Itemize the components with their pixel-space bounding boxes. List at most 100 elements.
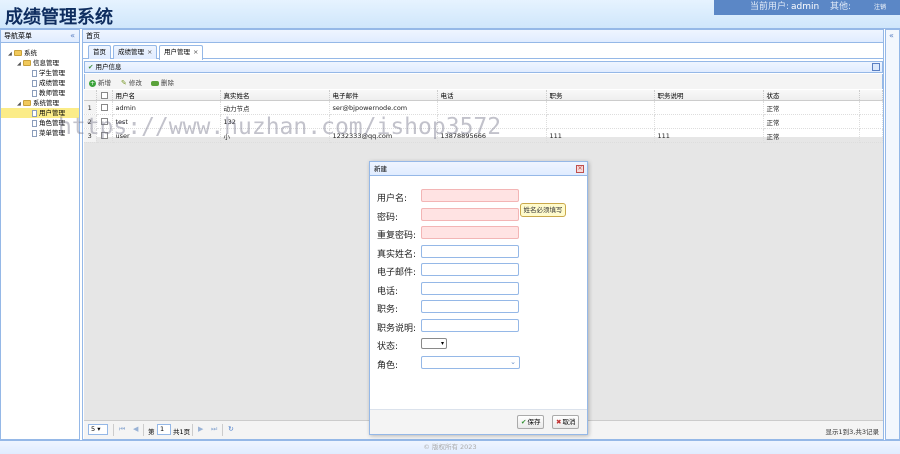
field-label: 电子邮件:: [377, 268, 417, 278]
role-combobox[interactable]: ⌄: [421, 355, 520, 369]
field-label: 职务说明:: [377, 323, 417, 334]
folder-icon: [14, 50, 22, 56]
delete-button[interactable]: 删除: [151, 77, 174, 87]
field-label: 真实姓名:: [377, 249, 417, 260]
user-bar: 当前用户: admin 其他: 注销: [714, 0, 900, 15]
page-total: 共1页: [173, 428, 191, 436]
table-row[interactable]: 1 admin 动力节点 ser@bjpowernode.com 正常: [84, 100, 883, 115]
nav-title: 导航菜单: [4, 32, 32, 40]
check-icon: ✔: [88, 63, 94, 71]
table-cell: [546, 114, 655, 129]
text-input[interactable]: [421, 263, 519, 276]
tab[interactable]: 成绩管理 ×: [113, 45, 158, 59]
text-input[interactable]: [421, 189, 519, 202]
file-icon: [32, 79, 37, 87]
app-title: 成绩管理系统: [5, 7, 113, 28]
file-icon: [32, 129, 37, 137]
cell-filler: [859, 114, 883, 129]
column-header[interactable]: 真实姓名: [220, 90, 330, 101]
add-button[interactable]: + 新增: [89, 77, 111, 87]
table-cell: [546, 100, 655, 115]
form-row: 电子邮件:: [377, 263, 577, 278]
tree-item-label: 成绩管理: [39, 79, 65, 87]
main-panel-title: 首页: [86, 32, 100, 40]
dialog-header: 新建 ✕: [370, 162, 587, 176]
tab[interactable]: 首页: [88, 45, 111, 59]
select-all-cell: [96, 90, 113, 101]
save-icon: ✔: [521, 418, 527, 426]
select-all-checkbox[interactable]: [100, 91, 108, 99]
edit-button[interactable]: ✎ 修改: [121, 77, 142, 87]
first-page-icon[interactable]: ⏮: [119, 425, 125, 434]
table-cell: 正常: [763, 114, 861, 129]
tree-item[interactable]: 学生管理: [1, 68, 79, 78]
tab-label: 用户管理: [164, 48, 190, 56]
file-icon: [32, 89, 37, 97]
east-panel-collapsed[interactable]: «: [885, 29, 900, 440]
text-input[interactable]: [421, 226, 519, 239]
tree-item[interactable]: ◢ 系统管理: [1, 98, 79, 108]
next-page-icon[interactable]: ▶: [198, 425, 203, 433]
column-header[interactable]: 职务说明: [654, 90, 764, 101]
page-number-input[interactable]: 1: [157, 424, 171, 435]
column-header[interactable]: 电话: [437, 90, 547, 101]
tab-close-icon[interactable]: ×: [193, 48, 198, 56]
tab[interactable]: 用户管理 ×: [159, 45, 204, 60]
cancel-button[interactable]: ✖取消: [552, 415, 580, 429]
field-label: 用户名:: [377, 194, 408, 204]
dialog-title: 新建: [374, 165, 387, 173]
app-header: 成绩管理系统 当前用户: admin 其他: 注销: [0, 0, 900, 29]
current-user-name: admin: [791, 2, 820, 12]
page-size-select[interactable]: 5 ▾: [88, 424, 108, 435]
watermark-text: https://www.huzhan.com/ishop3572: [58, 114, 502, 140]
tab-close-icon[interactable]: ×: [147, 48, 152, 56]
table-cell: 正常: [763, 128, 861, 143]
other-label: 其他:: [830, 2, 852, 12]
form-row: 重复密码:: [377, 226, 577, 241]
tree-item[interactable]: 成绩管理: [1, 78, 79, 88]
logout-link[interactable]: 注销: [874, 0, 886, 15]
text-input[interactable]: [421, 281, 519, 295]
column-header[interactable]: 职务: [546, 90, 655, 101]
field-label: 职务:: [377, 305, 399, 315]
pager-divider: [222, 424, 223, 436]
column-header[interactable]: 状态: [763, 90, 861, 101]
collapse-left-icon[interactable]: «: [70, 30, 75, 42]
refresh-icon[interactable]: ↻: [228, 425, 234, 433]
table-header-row: 用户名 真实姓名 电子邮件 电话 职务 职务说明 状态: [84, 90, 883, 101]
add-icon: +: [89, 79, 96, 87]
tree-item-label: 系统管理: [33, 99, 59, 107]
last-page-icon[interactable]: ⏭: [211, 425, 217, 434]
row-checkbox[interactable]: [100, 104, 108, 111]
pager-info: 显示1到3,共3记录: [825, 428, 879, 436]
close-icon[interactable]: ✕: [576, 165, 584, 173]
column-filler: [859, 90, 883, 101]
field-label: 电话:: [377, 286, 399, 297]
save-button[interactable]: ✔保存: [517, 415, 545, 429]
form-row: 密码:: [377, 207, 577, 223]
tree-item[interactable]: 教师管理: [1, 88, 79, 98]
field-label: 状态:: [377, 342, 399, 352]
maximize-icon[interactable]: [872, 63, 880, 71]
form-row: 真实姓名:: [377, 244, 577, 260]
text-input[interactable]: [421, 207, 519, 221]
text-input[interactable]: [421, 300, 519, 313]
tab-bar: 首页 成绩管理 × 用户管理 ×: [83, 43, 883, 60]
column-header[interactable]: 用户名: [112, 90, 221, 101]
prev-page-icon[interactable]: ◀: [133, 425, 138, 433]
form-row: 职务:: [377, 300, 577, 315]
expand-right-icon[interactable]: «: [889, 31, 894, 40]
tab-label: 首页: [93, 48, 106, 56]
text-input[interactable]: [421, 318, 519, 332]
text-input[interactable]: [421, 244, 519, 258]
cell-filler: [859, 100, 883, 115]
pager-divider: [113, 424, 114, 436]
tree-item-label: 学生管理: [39, 69, 65, 77]
page-footer: © 版权所有 2023: [0, 440, 900, 454]
field-label: 重复密码:: [377, 231, 417, 241]
form-row: 角色: ⌄: [377, 355, 577, 371]
status-select[interactable]: ▾: [421, 338, 447, 349]
tree-item[interactable]: ◢ 系统: [1, 48, 79, 58]
column-header[interactable]: 电子邮件: [329, 90, 438, 101]
tree-item[interactable]: ◢ 信息管理: [1, 58, 79, 68]
